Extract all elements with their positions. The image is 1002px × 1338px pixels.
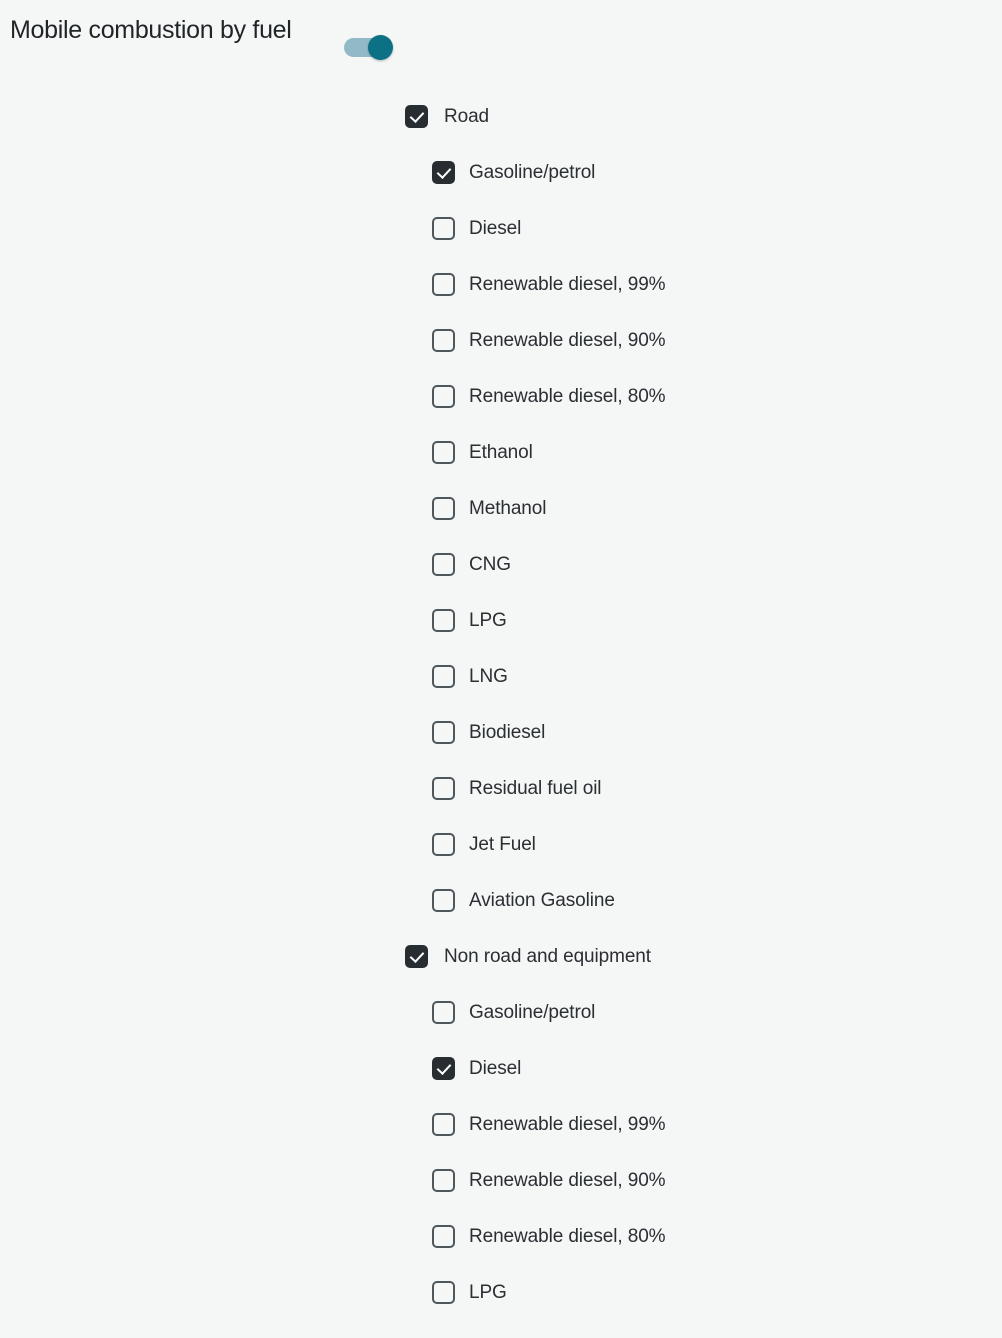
option-label: Gasoline/petrol	[469, 1001, 596, 1023]
option-label: Residual fuel oil	[469, 777, 602, 799]
option-label: Diesel	[469, 217, 522, 239]
fuel-option-row[interactable]: Gasoline/petrol	[0, 984, 1002, 1040]
checkbox-unchecked-icon[interactable]	[432, 440, 455, 464]
option-label: LPG	[469, 609, 507, 631]
checkbox-unchecked-icon[interactable]	[432, 216, 455, 240]
mobile-combustion-toggle[interactable]	[344, 33, 396, 61]
fuel-option-row[interactable]: Gasoline/petrol	[0, 144, 1002, 200]
fuel-group-row[interactable]: Road	[0, 88, 1002, 144]
option-label: Renewable diesel, 90%	[469, 1169, 666, 1191]
checkbox-checked-icon[interactable]	[432, 1056, 455, 1080]
option-label: Renewable diesel, 99%	[469, 1113, 666, 1135]
fuel-option-row[interactable]: Renewable diesel, 80%	[0, 1208, 1002, 1264]
option-label: Road	[444, 105, 490, 127]
checkbox-checked-icon[interactable]	[405, 944, 428, 968]
checkbox-unchecked-icon[interactable]	[432, 1168, 455, 1192]
checkbox-unchecked-icon[interactable]	[432, 384, 455, 408]
fuel-option-row[interactable]: LPG	[0, 1264, 1002, 1320]
checkbox-unchecked-icon[interactable]	[432, 888, 455, 912]
fuel-option-row[interactable]: Diesel	[0, 1040, 1002, 1096]
checkbox-checked-icon[interactable]	[405, 104, 428, 128]
panel-header: Mobile combustion by fuel	[0, 0, 1002, 88]
checkbox-unchecked-icon[interactable]	[432, 720, 455, 744]
option-label: Non road and equipment	[444, 945, 651, 967]
option-label: LNG	[469, 665, 508, 687]
checkbox-unchecked-icon[interactable]	[432, 496, 455, 520]
checkbox-unchecked-icon[interactable]	[432, 1280, 455, 1304]
page-title: Mobile combustion by fuel	[10, 16, 292, 44]
fuel-options-list: Road Gasoline/petrol Diesel Renewable diese…	[0, 88, 1002, 1320]
option-label: Renewable diesel, 80%	[469, 385, 666, 407]
checkbox-unchecked-icon[interactable]	[432, 552, 455, 576]
checkbox-unchecked-icon[interactable]	[432, 272, 455, 296]
fuel-option-row[interactable]: LNG	[0, 648, 1002, 704]
fuel-option-row[interactable]: CNG	[0, 536, 1002, 592]
option-label: Renewable diesel, 90%	[469, 329, 666, 351]
checkbox-unchecked-icon[interactable]	[432, 776, 455, 800]
fuel-option-row[interactable]: Renewable diesel, 99%	[0, 1096, 1002, 1152]
option-label: Ethanol	[469, 441, 533, 463]
fuel-option-row[interactable]: Ethanol	[0, 424, 1002, 480]
fuel-option-row[interactable]: Aviation Gasoline	[0, 872, 1002, 928]
checkbox-unchecked-icon[interactable]	[432, 608, 455, 632]
checkbox-unchecked-icon[interactable]	[432, 1224, 455, 1248]
checkbox-unchecked-icon[interactable]	[432, 832, 455, 856]
option-label: Gasoline/petrol	[469, 161, 596, 183]
checkbox-unchecked-icon[interactable]	[432, 328, 455, 352]
fuel-option-row[interactable]: Residual fuel oil	[0, 760, 1002, 816]
fuel-group-row[interactable]: Non road and equipment	[0, 928, 1002, 984]
fuel-option-row[interactable]: Renewable diesel, 90%	[0, 312, 1002, 368]
fuel-option-row[interactable]: Diesel	[0, 200, 1002, 256]
option-label: Renewable diesel, 80%	[469, 1225, 666, 1247]
checkbox-checked-icon[interactable]	[432, 160, 455, 184]
checkbox-unchecked-icon[interactable]	[432, 1112, 455, 1136]
fuel-option-row[interactable]: Methanol	[0, 480, 1002, 536]
option-label: Biodiesel	[469, 721, 546, 743]
checkbox-unchecked-icon[interactable]	[432, 1000, 455, 1024]
fuel-option-row[interactable]: Jet Fuel	[0, 816, 1002, 872]
option-label: Diesel	[469, 1057, 522, 1079]
option-label: Aviation Gasoline	[469, 889, 615, 911]
option-label: Jet Fuel	[469, 833, 536, 855]
checkbox-unchecked-icon[interactable]	[432, 664, 455, 688]
option-label: Methanol	[469, 497, 547, 519]
fuel-option-row[interactable]: Renewable diesel, 99%	[0, 256, 1002, 312]
fuel-option-row[interactable]: Biodiesel	[0, 704, 1002, 760]
option-label: CNG	[469, 553, 511, 575]
fuel-option-row[interactable]: Renewable diesel, 80%	[0, 368, 1002, 424]
option-label: Renewable diesel, 99%	[469, 273, 666, 295]
toggle-knob	[368, 35, 393, 60]
fuel-option-row[interactable]: LPG	[0, 592, 1002, 648]
fuel-option-row[interactable]: Renewable diesel, 90%	[0, 1152, 1002, 1208]
option-label: LPG	[469, 1281, 507, 1303]
